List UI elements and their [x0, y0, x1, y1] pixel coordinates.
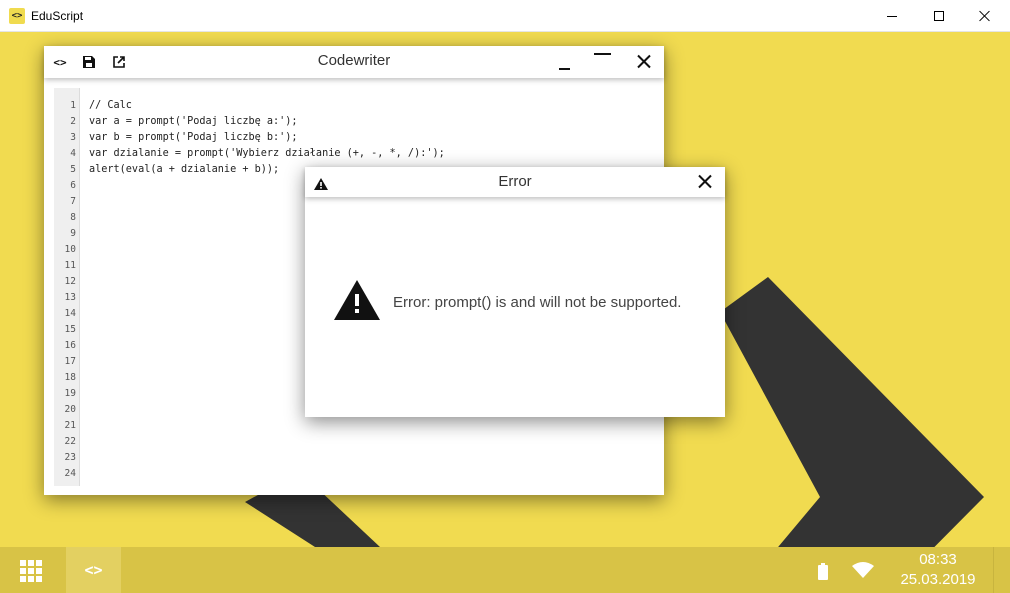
app-launcher-icon[interactable]: [20, 560, 42, 582]
maximize-icon: [594, 53, 611, 55]
line-number: 13: [64, 292, 76, 303]
minimize-button[interactable]: [869, 0, 915, 32]
line-number: 6: [70, 180, 76, 191]
desktop: <> Codewriter 1 2 3 4 5 6 7 8 9 10 11 12 13 14 15 16 17 1…: [0, 32, 1010, 547]
error-titlebar: Error: [305, 167, 725, 197]
logo-chevron-stroke: [720, 277, 984, 547]
line-number: 20: [64, 404, 76, 415]
maximize-icon: [934, 11, 944, 21]
warning-icon: [334, 280, 380, 324]
line-number: 12: [64, 276, 76, 287]
error-title: Error: [498, 173, 532, 190]
line-number: 19: [64, 388, 76, 399]
error-dialog: Error Error: prompt() is and will not be…: [305, 167, 725, 417]
line-number: 4: [70, 148, 76, 159]
code-line[interactable]: var a = prompt('Podaj liczbę a:');: [89, 114, 649, 130]
clock-date[interactable]: 25.03.2019: [890, 571, 986, 589]
show-desktop-button[interactable]: [993, 547, 994, 593]
error-message: Error: prompt() is and will not be suppo…: [393, 294, 682, 311]
line-number: 16: [64, 340, 76, 351]
taskbar: <> 08:33 25.03.2019: [0, 547, 1010, 593]
line-number: 22: [64, 436, 76, 447]
codewriter-titlebar: <> Codewriter: [44, 46, 664, 78]
minimize-icon: [559, 68, 570, 70]
line-number: 21: [64, 420, 76, 431]
code-area[interactable]: // Calc var a = prompt('Podaj liczbę a:')…: [89, 98, 649, 178]
code-line[interactable]: // Calc: [89, 98, 649, 114]
code-line[interactable]: var b = prompt('Podaj liczbę b:');: [89, 130, 649, 146]
close-icon: [979, 10, 991, 22]
line-number: 9: [70, 228, 76, 239]
line-number: 15: [64, 324, 76, 335]
codewriter-maximize-button[interactable]: [593, 50, 613, 62]
line-number: 24: [64, 468, 76, 479]
close-button[interactable]: [962, 0, 1008, 32]
line-number-gutter: 1 2 3 4 5 6 7 8 9 10 11 12 13 14 15 16 17 18 19 20 21 22 23 24: [54, 88, 80, 486]
os-titlebar: <> EduScript: [0, 0, 1010, 32]
line-number: 5: [70, 164, 76, 175]
line-number: 7: [70, 196, 76, 207]
line-number: 18: [64, 372, 76, 383]
codewriter-minimize-button[interactable]: [556, 54, 574, 72]
error-close-button[interactable]: [695, 172, 715, 192]
maximize-button[interactable]: [916, 0, 962, 32]
window-title: EduScript: [31, 9, 84, 23]
battery-icon[interactable]: [818, 563, 828, 580]
line-number: 11: [64, 260, 76, 271]
wifi-icon[interactable]: [852, 562, 874, 582]
line-number: 10: [64, 244, 76, 255]
minimize-icon: [887, 15, 897, 17]
line-number: 17: [64, 356, 76, 367]
line-number: 8: [70, 212, 76, 223]
clock-time[interactable]: 08:33: [890, 551, 986, 569]
taskbar-codewriter-button[interactable]: <>: [66, 547, 121, 593]
code-line[interactable]: var dzialanie = prompt('Wybierz działani…: [89, 146, 649, 162]
line-number: 1: [70, 100, 76, 111]
app-logo-icon: <>: [9, 8, 25, 24]
codewriter-close-button[interactable]: [634, 52, 654, 72]
line-number: 14: [64, 308, 76, 319]
line-number: 2: [70, 116, 76, 127]
line-number: 3: [70, 132, 76, 143]
line-number: 23: [64, 452, 76, 463]
